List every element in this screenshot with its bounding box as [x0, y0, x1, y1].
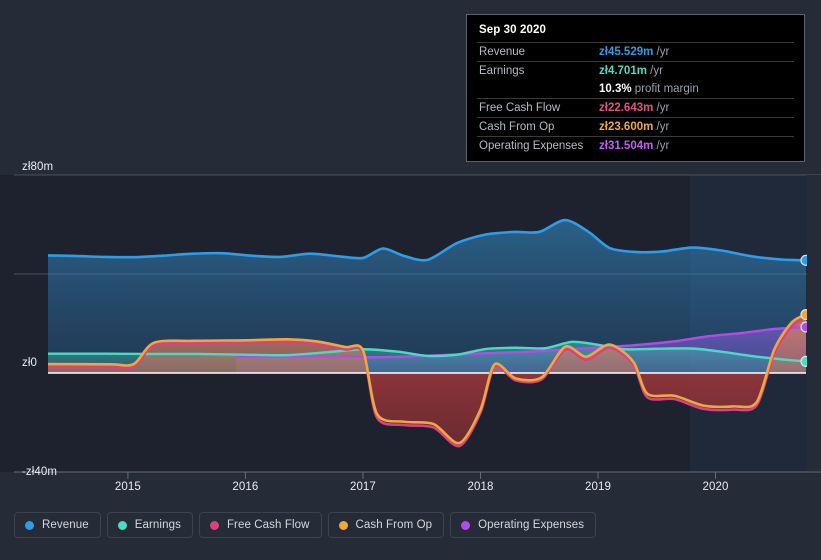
- x-axis-label-2017: 2017: [349, 481, 376, 493]
- legend-color-dot-icon: [25, 520, 34, 530]
- tooltip-row-label: Revenue: [479, 46, 526, 58]
- tooltip-row-value: 10.3% profit margin: [599, 83, 699, 95]
- tooltip-row-value: zł23.600m /yr: [599, 121, 670, 133]
- tooltip-rows: Revenue zł45.529m /yr Earnings zł4.701m /yr…: [477, 42, 794, 155]
- tooltip-date: Sep 30 2020: [479, 24, 546, 36]
- x-axis-label-2019: 2019: [584, 481, 611, 493]
- legend-color-dot-icon: [461, 520, 471, 530]
- x-axis-label-2016: 2016: [232, 481, 259, 493]
- legend-color-dot-icon: [338, 520, 348, 530]
- tooltip-row-label: Operating Expenses: [479, 140, 584, 152]
- legend-item-revenue[interactable]: Revenue: [14, 512, 101, 538]
- legend-item-label: Operating Expenses: [478, 519, 585, 531]
- legend-item-label: Earnings: [134, 519, 181, 531]
- legend-item-label: Cash From Op: [355, 519, 433, 531]
- tooltip-row: Free Cash Flow zł22.643m /yr: [477, 98, 794, 118]
- legend-item-earnings[interactable]: Earnings: [106, 512, 193, 538]
- tooltip-row-value: zł22.643m /yr: [599, 102, 670, 114]
- y-axis-label-zero: zł0: [22, 357, 38, 369]
- financials-chart-widget: zł80m zł0 -zł40m 2015 2016 2017 2018 2019 2020 S…: [0, 0, 821, 560]
- y-axis-label-bottom: -zł40m: [22, 466, 58, 478]
- chart-legend: Revenue Earnings Free Cash Flow Cash From O…: [14, 512, 597, 538]
- tooltip-row: Revenue zł45.529m /yr: [477, 42, 794, 62]
- tooltip-row-value: zł4.701m /yr: [599, 65, 663, 77]
- legend-item-cash-from-op[interactable]: Cash From Op: [327, 512, 445, 538]
- x-axis-label-2018: 2018: [467, 481, 494, 493]
- tooltip-row-label: Cash From Op: [479, 121, 555, 133]
- x-axis-label-2015: 2015: [114, 481, 141, 493]
- data-tooltip: Sep 30 2020 Revenue zł45.529m /yr Earnings…: [466, 14, 805, 162]
- tooltip-row: 10.3% profit margin: [477, 80, 794, 99]
- legend-color-dot-icon: [209, 520, 219, 530]
- tooltip-row-value: zł45.529m /yr: [599, 46, 670, 58]
- tooltip-row-label: [477, 80, 597, 99]
- legend-item-operating-expenses[interactable]: Operating Expenses: [450, 512, 597, 538]
- tooltip-row-value: zł31.504m /yr: [599, 140, 670, 152]
- legend-item-label: Revenue: [42, 519, 89, 531]
- y-axis-label-top: zł80m: [22, 161, 54, 173]
- x-axis-label-2020: 2020: [702, 481, 729, 493]
- legend-color-dot-icon: [117, 520, 127, 530]
- legend-item-free-cash-flow[interactable]: Free Cash Flow: [198, 512, 322, 538]
- tooltip-row-label: Earnings: [479, 65, 525, 77]
- tooltip-row: Earnings zł4.701m /yr: [477, 61, 794, 81]
- tooltip-row-label: Free Cash Flow: [479, 102, 561, 114]
- tooltip-row: Cash From Op zł23.600m /yr: [477, 117, 794, 137]
- tooltip-row: Operating Expenses zł31.504m /yr: [477, 136, 794, 156]
- legend-item-label: Free Cash Flow: [226, 519, 310, 531]
